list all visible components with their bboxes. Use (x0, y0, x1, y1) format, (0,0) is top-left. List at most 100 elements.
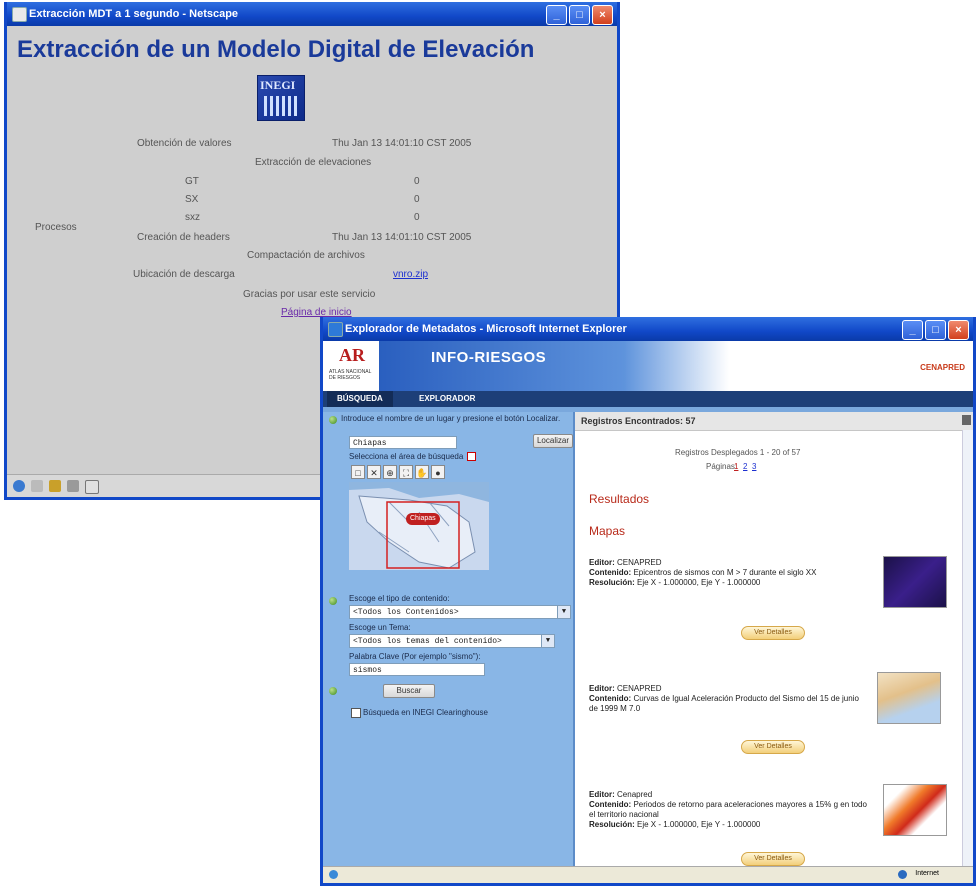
logo-text: INEGI (260, 78, 296, 92)
step2-text: Selecciona el área de búsqueda (349, 452, 464, 461)
content-value: Periodos de retorno para aceleraciones m… (589, 800, 867, 819)
full-extent-icon[interactable]: ⛶ (399, 465, 413, 479)
composer-icon[interactable] (49, 480, 61, 492)
step1-text: Introduce el nombre de un lugar y presio… (341, 414, 561, 423)
locate-button[interactable]: Localizar (533, 434, 573, 448)
tab-bar: BÚSQUEDA EXPLORADOR (323, 391, 973, 409)
minimize-button[interactable]: _ (546, 5, 567, 25)
editor-label: Editor: (589, 790, 615, 799)
search-bullet-icon (329, 687, 337, 695)
compactacion-text: Compactación de archivos (247, 250, 365, 261)
resolution-label: Resolución: (589, 820, 635, 829)
atlas-logo-subtitle: ATLAS NACIONAL DE RIESGOS (329, 369, 372, 381)
close-button[interactable]: × (592, 5, 613, 25)
sx-label: SX (185, 194, 199, 205)
editor-label: Editor: (589, 558, 615, 567)
result-item: Editor: Cenapred Contenido: Periodos de … (589, 790, 869, 830)
obtencion-time: Thu Jan 13 14:01:10 CST 2005 (332, 138, 472, 149)
minimize-button[interactable]: _ (902, 320, 923, 340)
place-input[interactable]: Chiapas (349, 436, 457, 449)
result-item: Editor: CENAPRED Contenido: Epicentros d… (589, 558, 869, 588)
globe-icon[interactable]: ● (431, 465, 445, 479)
content-value: Epicentros de sismos con M > 7 durante e… (633, 568, 817, 577)
content-label: Contenido: (589, 568, 632, 577)
site-header: AR ATLAS NACIONAL DE RIESGOS INFO-RIESGO… (323, 341, 973, 391)
clear-icon[interactable]: ✕ (367, 465, 381, 479)
download-link[interactable]: vnro.zip (393, 269, 428, 280)
sx-value: 0 (414, 194, 420, 205)
step3-bullet-icon (329, 597, 337, 605)
close-button[interactable]: × (948, 320, 969, 340)
netscape-titlebar[interactable]: Extracción MDT a 1 segundo - Netscape _ … (7, 2, 617, 26)
creacion-label: Creación de headers (137, 232, 230, 243)
page-status-icon (329, 870, 338, 879)
chevron-down-icon[interactable]: ▼ (541, 635, 554, 647)
netscape-app-icon (12, 7, 27, 22)
details-button[interactable]: Ver Detalles (741, 852, 805, 866)
page-link-2[interactable]: 2 (743, 462, 747, 471)
scrollbar[interactable] (962, 430, 973, 867)
page-link-3[interactable]: 3 (752, 462, 756, 471)
print-icon[interactable] (962, 415, 971, 425)
chevron-down-icon[interactable]: ▼ (557, 606, 570, 618)
content-type-label: Escoge el tipo de contenido: (349, 594, 450, 603)
page-link-1[interactable]: 1 (734, 462, 738, 471)
address-book-icon[interactable] (67, 480, 79, 492)
internet-zone-icon (898, 870, 907, 879)
creacion-time: Thu Jan 13 14:01:10 CST 2005 (332, 232, 472, 243)
editor-value: CENAPRED (617, 684, 662, 693)
tab-explorador[interactable]: EXPLORADOR (409, 391, 485, 407)
select-area-icon[interactable]: □ (351, 465, 365, 479)
gt-value: 0 (414, 176, 420, 187)
keyword-label: Palabra Clave (Por ejemplo "sismo"): (349, 652, 481, 661)
resolution-value: Eje X - 1.000000, Eje Y - 1.000000 (637, 578, 761, 587)
editor-value: CENAPRED (617, 558, 662, 567)
maximize-button[interactable]: □ (569, 5, 590, 25)
maximize-button[interactable]: □ (925, 320, 946, 340)
theme-label: Escoge un Tema: (349, 623, 411, 632)
pages-label: Páginas: (706, 462, 738, 471)
ie-titlebar[interactable]: Explorador de Metadatos - Microsoft Inte… (323, 317, 973, 341)
results-panel: Registros Encontrados: 57 Registros Desp… (575, 412, 973, 867)
map-region-label: Chiapas (410, 515, 436, 522)
ie-statusbar: Internet (323, 866, 973, 883)
search-map[interactable]: Chiapas (349, 482, 489, 570)
navigator-icon[interactable] (13, 480, 25, 492)
gracias-text: Gracias por usar este servicio (243, 289, 376, 300)
content-type-select[interactable]: <Todos los Contenidos> ▼ (349, 605, 571, 619)
map-toolbar: □ ✕ ⊕ ⛶ ✋ ● (349, 465, 489, 481)
results-heading: Resultados (589, 492, 650, 506)
resolution-value: Eje X - 1.000000, Eje Y - 1.000000 (637, 820, 761, 829)
ie-title: Explorador de Metadatos - Microsoft Inte… (345, 323, 627, 335)
map-thumbnail[interactable] (877, 672, 941, 724)
zoom-in-icon[interactable]: ⊕ (383, 465, 397, 479)
records-found: Registros Encontrados: 57 (581, 416, 696, 426)
search-panel: Introduce el nombre de un lugar y presio… (323, 412, 575, 867)
ie-app-icon (328, 322, 343, 337)
keyword-input[interactable]: sismos (349, 663, 485, 676)
procesos-label: Procesos (35, 222, 77, 233)
search-button[interactable]: Buscar (383, 684, 435, 698)
cenapred-logo: CENAPRED (920, 363, 965, 372)
result-item: Editor: CENAPRED Contenido: Curvas de Ig… (589, 684, 869, 714)
help-icon[interactable] (467, 452, 476, 461)
obtencion-label: Obtención de valores (137, 138, 232, 149)
map-thumbnail[interactable] (883, 784, 947, 836)
details-button[interactable]: Ver Detalles (741, 740, 805, 754)
clearinghouse-checkbox[interactable] (351, 708, 361, 718)
page-icon[interactable] (85, 480, 99, 494)
details-button[interactable]: Ver Detalles (741, 626, 805, 640)
resolution-label: Resolución: (589, 578, 635, 587)
security-zone: Internet (915, 870, 939, 877)
theme-select[interactable]: <Todos los temas del contenido> ▼ (349, 634, 555, 648)
content-type-value: <Todos los Contenidos> (353, 608, 459, 617)
pan-hand-icon[interactable]: ✋ (415, 465, 429, 479)
content-label: Contenido: (589, 800, 632, 809)
sxz-label: sxz (185, 212, 200, 223)
mail-icon[interactable] (31, 480, 43, 492)
content-label: Contenido: (589, 694, 632, 703)
page-title: Extracción de un Modelo Digital de Eleva… (17, 36, 535, 63)
clearinghouse-label: Búsqueda en INEGI Clearinghouse (363, 708, 488, 717)
step1-bullet-icon (329, 416, 337, 424)
map-thumbnail[interactable] (883, 556, 947, 608)
